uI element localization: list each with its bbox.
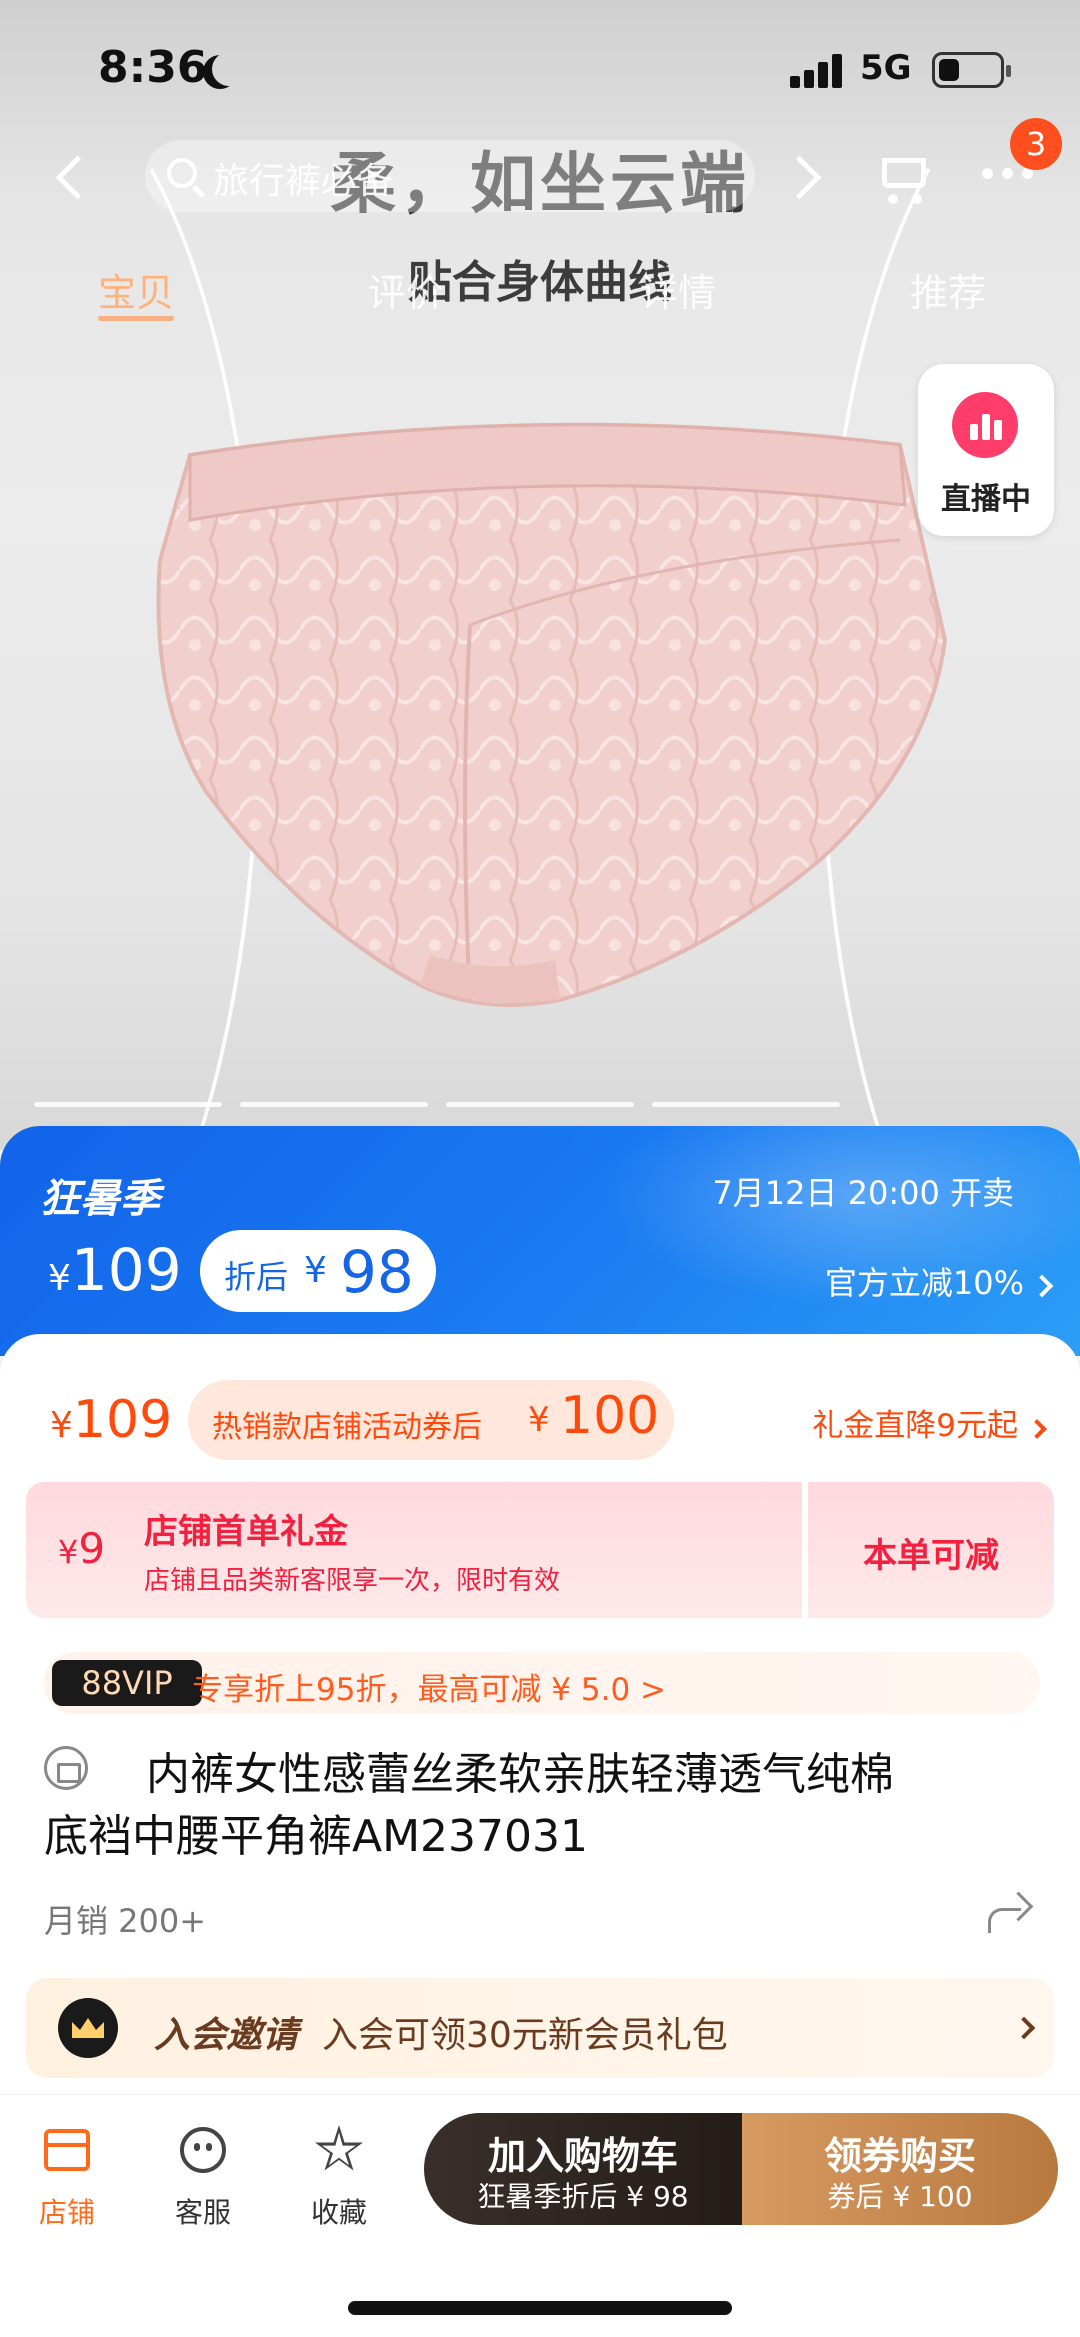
- back-button[interactable]: [40, 146, 100, 206]
- live-bars-icon: [952, 392, 1018, 458]
- chevron-right-icon: [1027, 1419, 1047, 1439]
- tab-details[interactable]: 详情: [640, 262, 716, 317]
- coupon-amount: ¥9: [58, 1524, 106, 1573]
- status-time: 8:36: [98, 42, 208, 93]
- signal-icon: [790, 52, 846, 88]
- add-to-cart-button[interactable]: 加入购物车 狂暑季折后 ¥ 98: [424, 2113, 742, 2225]
- forward-arrow-icon[interactable]: [780, 150, 830, 200]
- search-icon: [167, 158, 197, 188]
- vip-badge: 88VIP: [52, 1660, 202, 1706]
- carousel-dot: [652, 1102, 840, 1107]
- more-icon[interactable]: [982, 168, 1036, 182]
- carousel-dot: [446, 1102, 634, 1107]
- carousel-indicator: [34, 1102, 854, 1108]
- status-bar: 8:36 5G: [0, 0, 1080, 130]
- search-placeholder: 旅行裤必备: [213, 161, 394, 202]
- price-row: ¥109 热销款店铺活动券后 ¥ 100 礼金直降9元起: [0, 1380, 1080, 1460]
- battery-icon: [932, 52, 1011, 88]
- live-button[interactable]: 直播中: [918, 364, 1054, 536]
- cart-badge: 3: [1010, 118, 1062, 170]
- cart-icon[interactable]: [872, 148, 936, 208]
- moon-icon: [212, 52, 246, 86]
- service-icon: [180, 2127, 226, 2173]
- chevron-right-icon: [1012, 2016, 1036, 2040]
- favorite-button[interactable]: 收藏: [284, 2125, 394, 2235]
- coupon-desc: 店铺且品类新客限享一次，限时有效: [144, 1566, 561, 1596]
- star-icon: [315, 2125, 363, 2171]
- first-order-coupon[interactable]: ¥9 店铺首单礼金 店铺且品类新客限享一次，限时有效 本单可减: [26, 1482, 1054, 1618]
- brand-icon: [44, 1746, 88, 1790]
- official-discount-link[interactable]: 官方立减10%: [825, 1258, 1054, 1304]
- monthly-sales: 月销 200+: [44, 1902, 207, 1940]
- customer-service-button[interactable]: 客服: [148, 2125, 258, 2235]
- membership-invite[interactable]: 入会邀请 入会可领30元新会员礼包: [26, 1978, 1054, 2078]
- tab-bar: 宝贝 评价 详情 推荐: [0, 262, 1080, 332]
- coupon-apply-button[interactable]: 本单可减: [808, 1482, 1054, 1618]
- shop-icon: [44, 2129, 90, 2171]
- live-label: 直播中: [941, 482, 1031, 517]
- carousel-dot: [34, 1102, 222, 1107]
- coupon-buy-button[interactable]: 领券购买 券后 ¥ 100: [742, 2113, 1058, 2225]
- current-price: ¥109: [50, 1390, 173, 1450]
- coupon-title: 店铺首单礼金: [144, 1512, 348, 1552]
- tab-item[interactable]: 宝贝: [98, 262, 175, 321]
- product-info-card: ¥109 热销款店铺活动券后 ¥ 100 礼金直降9元起 ¥9 店铺首单礼金 店…: [0, 1334, 1080, 2094]
- gift-discount-link[interactable]: 礼金直降9元起: [812, 1400, 1047, 1445]
- promo-price: ¥109: [48, 1236, 182, 1304]
- coupon-price-pill[interactable]: 热销款店铺活动券后 ¥ 100: [188, 1380, 674, 1460]
- chevron-right-icon: [1030, 1274, 1054, 1298]
- crown-icon: [58, 1998, 118, 2058]
- shop-button[interactable]: 店铺: [12, 2125, 122, 2235]
- member-desc: 入会可领30元新会员礼包: [322, 2015, 728, 2056]
- home-indicator: [348, 2301, 732, 2315]
- carousel-dot: [240, 1102, 428, 1107]
- promo-banner[interactable]: 狂暑季 7月12日 20:00 开卖 ¥109 折后 ¥ 98 官方立减10%: [0, 1126, 1080, 1356]
- promo-title: 狂暑季: [40, 1176, 160, 1222]
- tab-recommend[interactable]: 推荐: [910, 262, 986, 317]
- bottom-action-bar: 店铺 客服 收藏 加入购物车 狂暑季折后 ¥ 98 领券购买 券后 ¥ 100: [0, 2094, 1080, 2337]
- share-icon[interactable]: [984, 1892, 1032, 1933]
- vip-discount-row[interactable]: 88VIP 专享折上95折，最高可减 ¥ 5.0 >: [44, 1652, 1040, 1714]
- member-title: 入会邀请: [154, 2015, 299, 2056]
- promo-date: 7月12日 20:00 开卖: [712, 1174, 1014, 1212]
- network-type: 5G: [860, 48, 912, 88]
- vip-text: 专享折上95折，最高可减 ¥ 5.0 >: [192, 1672, 667, 1708]
- search-input[interactable]: 旅行裤必备: [145, 140, 755, 212]
- after-discount-price: 折后 ¥ 98: [200, 1230, 436, 1312]
- tab-reviews[interactable]: 评价: [368, 262, 444, 317]
